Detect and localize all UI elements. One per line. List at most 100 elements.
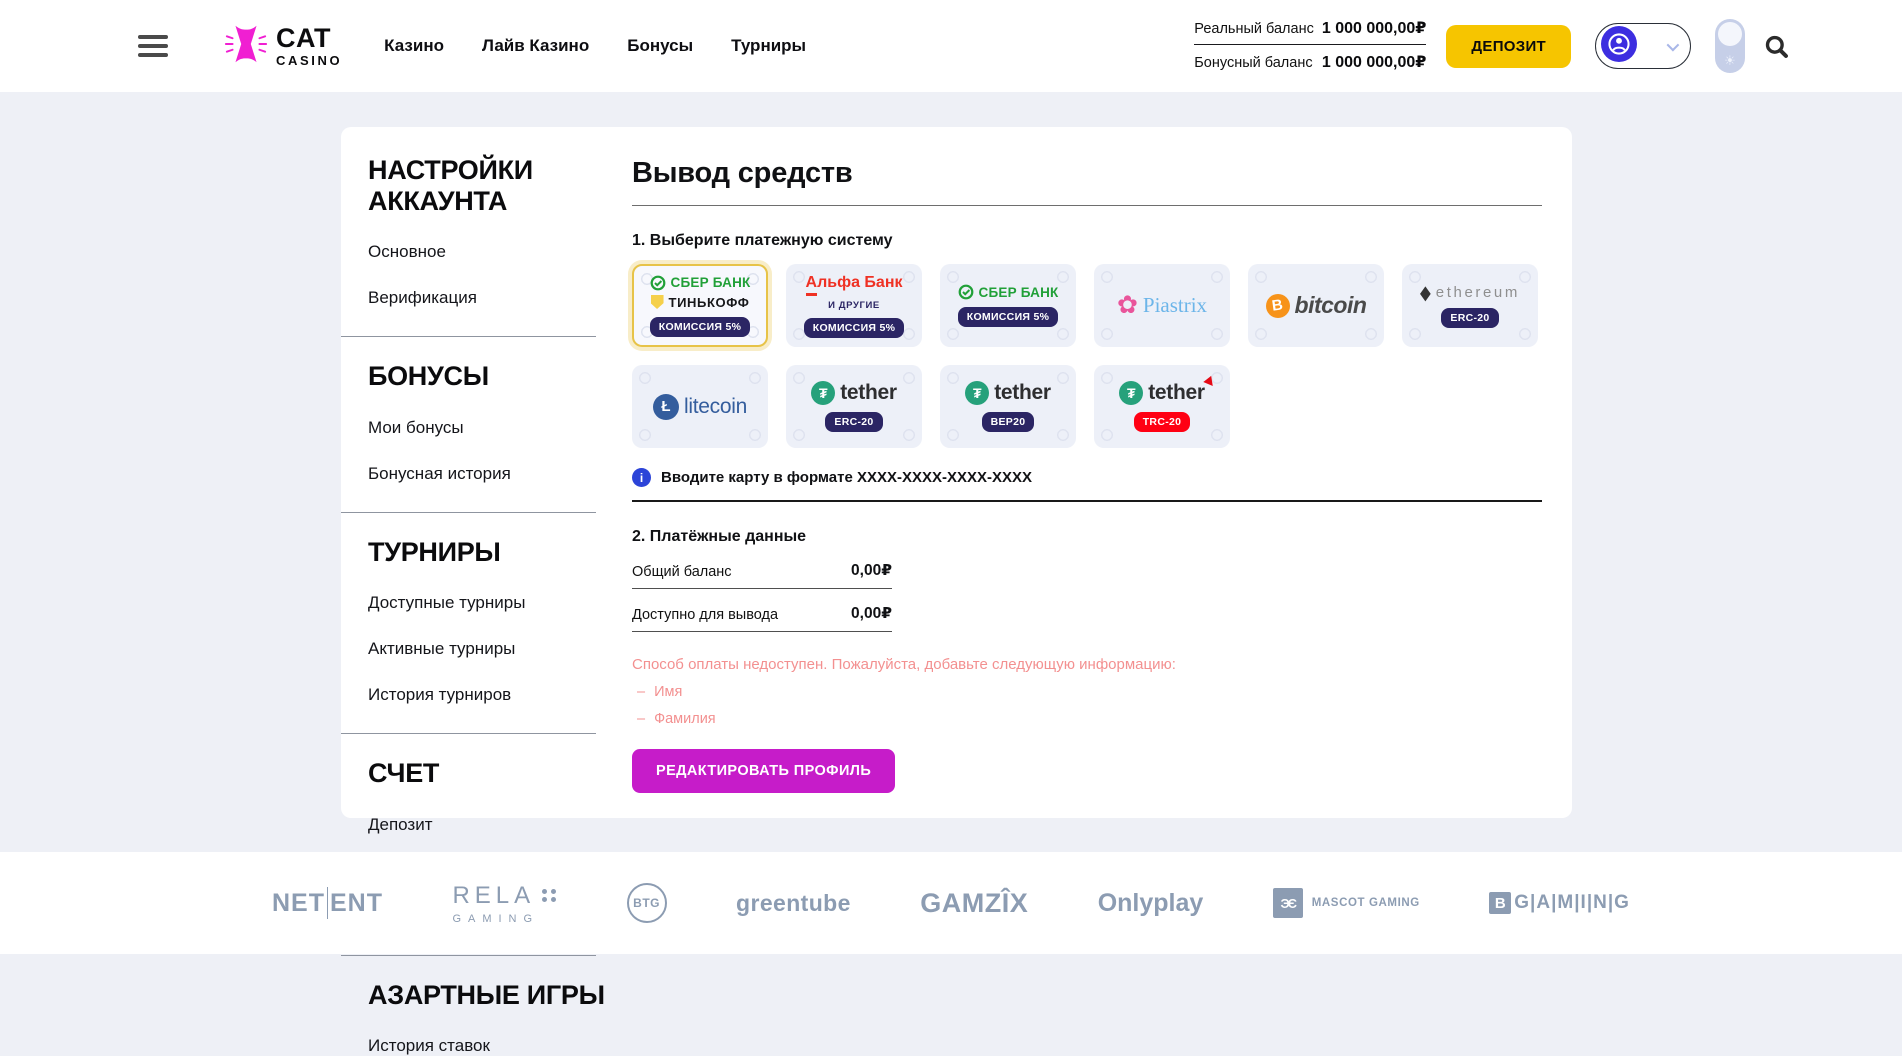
tether-label: tether xyxy=(994,381,1051,405)
section-title-account: СЧЕТ xyxy=(368,758,632,789)
tether-label: tether xyxy=(840,381,897,405)
total-balance-value: 0,00₽ xyxy=(851,561,892,580)
sidebar-item-bonus-history[interactable]: Бонусная история xyxy=(368,464,632,484)
account-sidebar: НАСТРОЙКИ АККАУНТА Основное Верификация … xyxy=(341,127,632,818)
cat-logo-icon xyxy=(223,21,269,72)
payment-tile-bitcoin[interactable]: B bitcoin xyxy=(1248,264,1384,347)
tether-label: tether xyxy=(1148,381,1205,405)
payment-tile-tether-erc20[interactable]: ₮ tether ERC-20 xyxy=(786,365,922,448)
card-format-note: i Вводите карту в формате XXXX-XXXX-XXXX… xyxy=(632,468,1542,487)
sber-label: СБЕР БАНК xyxy=(979,285,1059,300)
bonus-balance-label: Бонусный баланс xyxy=(1194,55,1312,71)
tether-icon: ₮ xyxy=(811,381,835,405)
payment-unavailable-warning: Способ оплаты недоступен. Пожалуйста, до… xyxy=(632,656,1542,673)
balance-block: Реальный баланс 1 000 000,00₽ Бонусный б… xyxy=(1194,14,1426,78)
provider-logo-onlyplay: Onlyplay xyxy=(1098,889,1204,918)
profile-dropdown[interactable] xyxy=(1595,23,1691,69)
nav-item-live-casino[interactable]: Лайв Казино xyxy=(482,36,589,56)
cat-casino-logo[interactable]: CAT CASINO xyxy=(223,21,342,72)
sber-check-icon xyxy=(958,284,974,300)
toggle-knob xyxy=(1718,22,1742,46)
sidebar-item-tournament-history[interactable]: История турниров xyxy=(368,685,632,705)
payment-tile-ethereum[interactable]: ◆ ethereum ERC-20 xyxy=(1402,264,1538,347)
payment-tile-sber-tinkoff[interactable]: СБЕР БАНК ТИНЬКОФФ КОМИССИЯ 5% xyxy=(632,264,768,347)
divider xyxy=(341,955,596,956)
litecoin-label: litecoin xyxy=(684,395,747,419)
provider-logo-btg: BTG xyxy=(627,883,667,923)
payment-tile-tether-trc20[interactable]: ₮ tether TRC-20 xyxy=(1094,365,1230,448)
bonus-balance-value: 1 000 000,00₽ xyxy=(1322,52,1427,72)
ethereum-icon: ◆ xyxy=(1420,282,1431,302)
info-note-text: Вводите карту в формате XXXX-XXXX-XXXX-X… xyxy=(661,469,1032,486)
missing-field-first-name: Имя xyxy=(632,684,1542,700)
nav-item-tournaments[interactable]: Турниры xyxy=(731,36,806,56)
total-balance-label: Общий баланс xyxy=(632,564,732,580)
available-balance-value: 0,00₽ xyxy=(851,604,892,623)
provider-logo-mascot-gaming: ЭЄ MASCOT GAMING xyxy=(1273,888,1420,918)
search-icon xyxy=(1763,33,1790,60)
sber-label: СБЕР БАНК xyxy=(671,275,751,290)
main-nav: Казино Лайв Казино Бонусы Турниры xyxy=(384,36,806,56)
page-title: Вывод средств xyxy=(632,157,1542,190)
real-balance-label: Реальный баланс xyxy=(1194,21,1314,37)
commission-badge: КОМИССИЯ 5% xyxy=(650,317,751,337)
section-title-bonuses: БОНУСЫ xyxy=(368,361,632,392)
search-button[interactable] xyxy=(1763,33,1790,60)
deposit-button[interactable]: ДЕПОЗИТ xyxy=(1446,25,1571,68)
step2-label: 2. Платёжные данные xyxy=(632,528,1542,546)
sidebar-item-bet-history[interactable]: История ставок xyxy=(368,1036,632,1056)
providers-footer: NETENT RELA GAMING BTG greentube GAMZÎX … xyxy=(0,852,1902,954)
sidebar-item-main[interactable]: Основное xyxy=(368,242,632,262)
payment-methods-grid: СБЕР БАНК ТИНЬКОФФ КОМИССИЯ 5% Альфа Бан… xyxy=(632,264,1538,448)
sun-icon: ☀ xyxy=(1715,53,1745,69)
edit-profile-button[interactable]: РЕДАКТИРОВАТЬ ПРОФИЛЬ xyxy=(632,749,895,793)
nav-item-bonuses[interactable]: Бонусы xyxy=(627,36,693,56)
provider-logo-gamzix: GAMZÎX xyxy=(920,888,1028,919)
real-balance-value: 1 000 000,00₽ xyxy=(1322,18,1427,38)
withdrawal-content: Вывод средств 1. Выберите платежную сист… xyxy=(632,127,1572,818)
payment-tile-piastrix[interactable]: ✿ Piastrix xyxy=(1094,264,1230,347)
avatar-icon xyxy=(1601,26,1637,67)
sidebar-item-verification[interactable]: Верификация xyxy=(368,288,632,308)
tinkoff-label: ТИНЬКОФФ xyxy=(669,295,750,310)
network-badge: BEP20 xyxy=(982,412,1035,432)
network-badge: ERC-20 xyxy=(825,412,882,432)
section-title-account-settings: НАСТРОЙКИ АККАУНТА xyxy=(368,155,632,216)
bonus-balance-row: Бонусный баланс 1 000 000,00₽ xyxy=(1194,44,1426,78)
sidebar-item-available-tournaments[interactable]: Доступные турниры xyxy=(368,593,632,613)
available-balance-row: Доступно для вывода 0,00₽ xyxy=(632,589,892,632)
tether-icon: ₮ xyxy=(965,381,989,405)
section-title-gambling: АЗАРТНЫЕ ИГРЫ xyxy=(368,980,632,1011)
payment-tile-tether-bep20[interactable]: ₮ tether BEP20 xyxy=(940,365,1076,448)
alfa-others-label: И ДРУГИЕ xyxy=(828,300,880,311)
theme-toggle[interactable]: ☀ xyxy=(1715,19,1745,73)
network-badge: TRC-20 xyxy=(1134,412,1191,432)
section-title-tournaments: ТУРНИРЫ xyxy=(368,537,632,568)
missing-field-last-name: Фамилия xyxy=(632,711,1542,727)
provider-logo-relax-gaming: RELA GAMING xyxy=(452,882,557,925)
sidebar-item-deposit[interactable]: Депозит xyxy=(368,815,632,835)
sidebar-item-active-tournaments[interactable]: Активные турниры xyxy=(368,639,632,659)
sidebar-item-my-bonuses[interactable]: Мои бонусы xyxy=(368,418,632,438)
piastrix-label: Piastrix xyxy=(1143,293,1207,318)
mascot-emblem-icon: ЭЄ xyxy=(1273,888,1303,918)
payment-tile-sberbank[interactable]: СБЕР БАНК КОМИССИЯ 5% xyxy=(940,264,1076,347)
real-balance-row: Реальный баланс 1 000 000,00₽ xyxy=(1194,14,1426,44)
nav-item-casino[interactable]: Казино xyxy=(384,36,444,56)
logo-text-cat: CAT xyxy=(276,25,342,52)
divider xyxy=(632,500,1542,502)
payment-tile-litecoin[interactable]: Ł litecoin xyxy=(632,365,768,448)
piastrix-flower-icon: ✿ xyxy=(1117,293,1138,318)
payment-tile-alfa-bank[interactable]: Альфа Банк И ДРУГИЕ КОМИССИЯ 5% xyxy=(786,264,922,347)
available-balance-label: Доступно для вывода xyxy=(632,607,778,623)
relax-dots-icon xyxy=(542,889,557,902)
ethereum-label: ethereum xyxy=(1436,284,1520,301)
bitcoin-icon: B xyxy=(1266,294,1290,318)
litecoin-icon: Ł xyxy=(653,394,679,420)
total-balance-row: Общий баланс 0,00₽ xyxy=(632,546,892,589)
hamburger-menu-icon[interactable] xyxy=(138,35,168,57)
provider-logo-netent: NETENT xyxy=(272,887,383,919)
alfa-bank-label: Альфа Банк xyxy=(806,274,903,292)
chevron-down-icon xyxy=(1667,38,1680,51)
provider-logo-greentube: greentube xyxy=(736,890,851,917)
